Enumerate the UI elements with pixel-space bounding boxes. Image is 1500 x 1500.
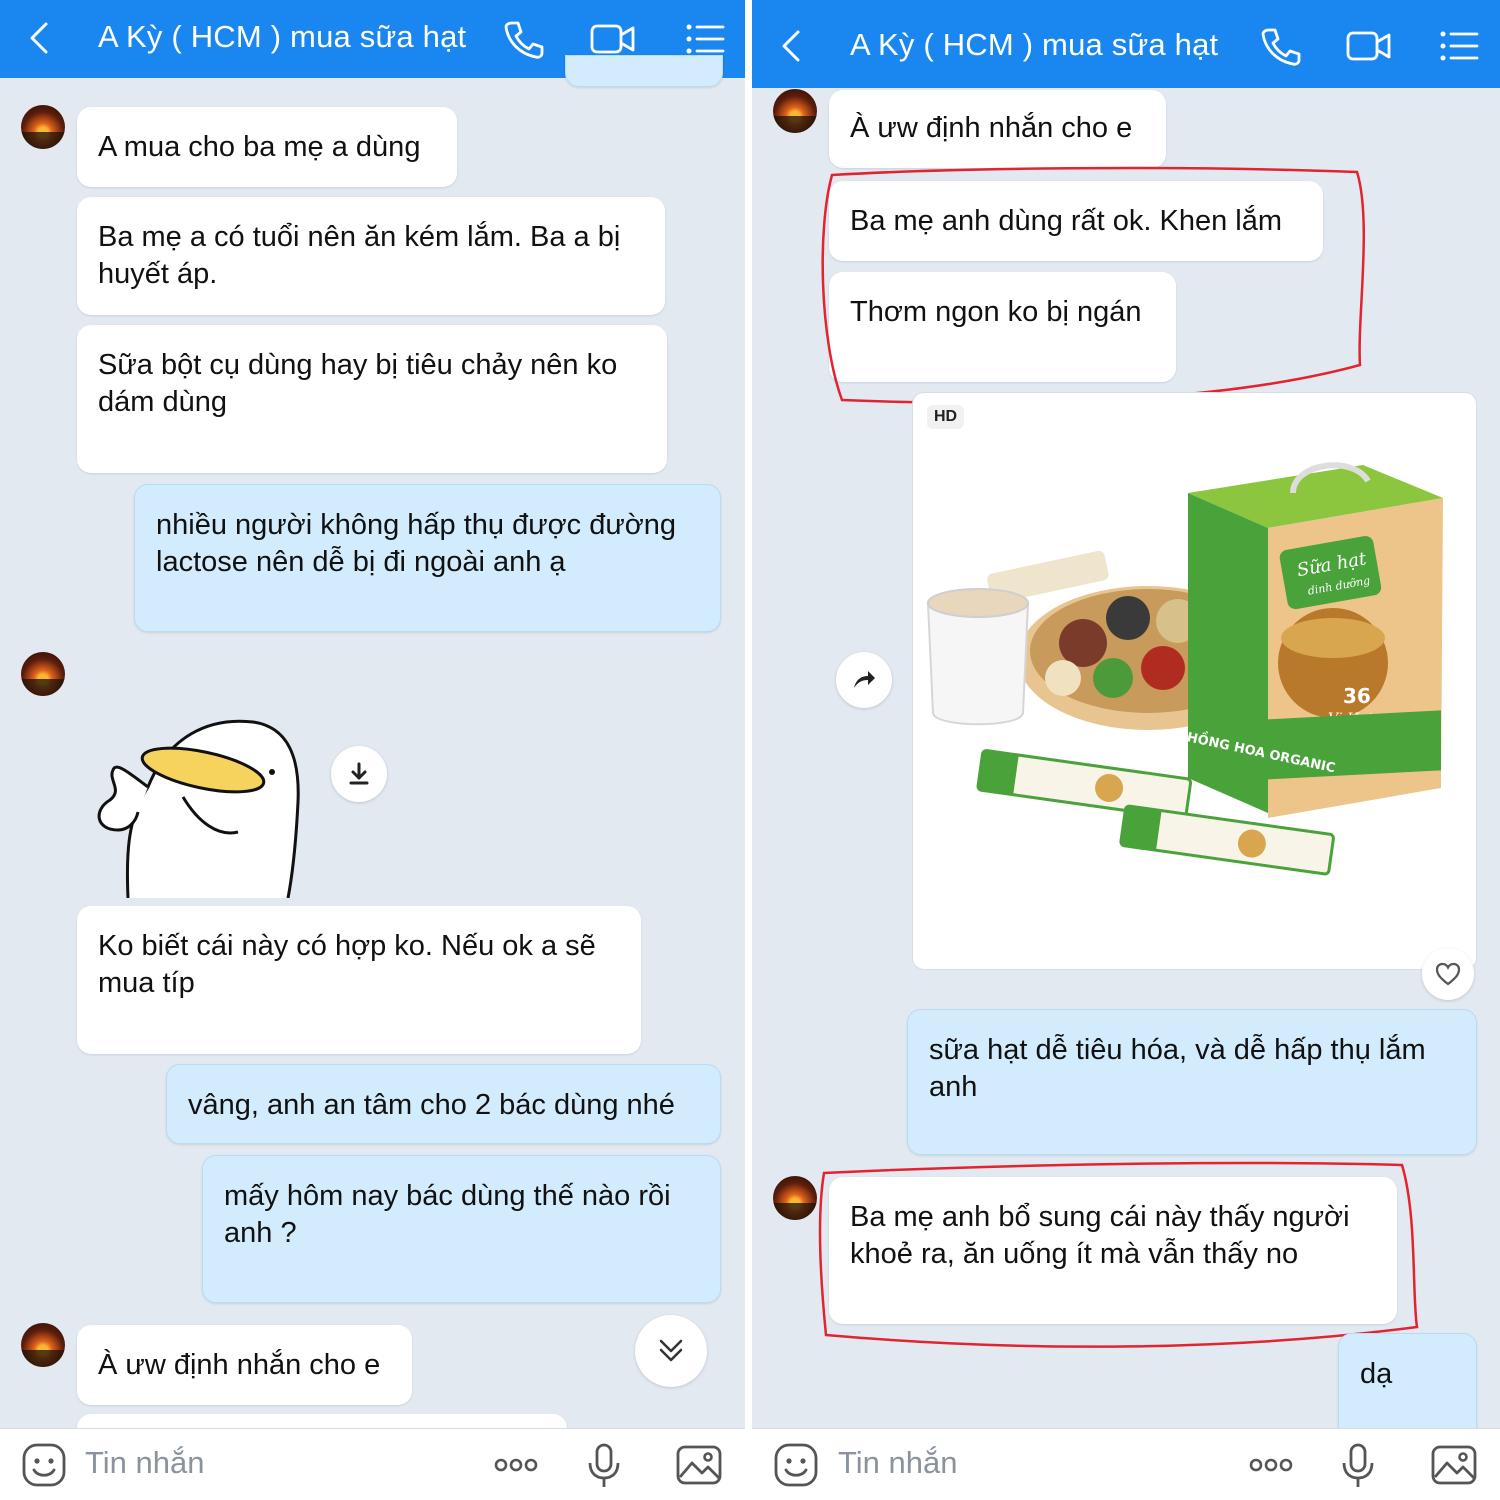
left-chat-screen: A Kỳ ( HCM ) mua sữa hạt A mua cho ba mẹ… [0,0,745,1500]
message-input[interactable]: Tin nhắn [85,1445,205,1481]
message-bubble[interactable]: dạ [1338,1333,1477,1443]
emoji-icon[interactable] [20,1441,68,1489]
phone-call-icon[interactable] [498,15,546,63]
message-bubble[interactable]: nhiều người không hấp thụ được đường lac… [134,484,721,632]
share-button[interactable] [836,652,892,708]
scroll-to-bottom-button[interactable] [635,1315,707,1387]
message-bubble[interactable]: Sữa bột cụ dùng hay bị tiêu chảy nên ko … [77,325,667,473]
more-icon[interactable] [1247,1441,1295,1489]
chat-title[interactable]: A Kỳ ( HCM ) mua sữa hạt [98,19,466,55]
message-bubble[interactable]: vâng, anh an tâm cho 2 bác dùng nhé [166,1064,721,1144]
chat-header: A Kỳ ( HCM ) mua sữa hạt [752,0,1500,88]
image-icon[interactable] [675,1441,723,1489]
heart-icon [1435,962,1461,986]
message-bubble[interactable]: Ba mẹ anh dùng rất ok. Khen lắm [829,181,1323,261]
product-count: 36 [1343,684,1371,708]
emoji-icon[interactable] [772,1441,820,1489]
message-bubble[interactable]: Ba mẹ a có tuổi nên ăn kém lắm. Ba a bị … [77,197,665,315]
message-bubble[interactable]: A mua cho ba mẹ a dùng [77,107,457,187]
download-button[interactable] [331,746,387,802]
message-bubble[interactable]: sữa hạt dễ tiêu hóa, và dễ hấp thụ lắm a… [907,1009,1477,1155]
message-bubble[interactable]: Ko biết cái này có hợp ko. Nếu ok a sẽ m… [77,906,641,1054]
contact-avatar[interactable] [21,1323,65,1367]
duck-sticker[interactable] [88,712,308,898]
previous-message-partial [565,55,723,87]
contact-avatar[interactable] [773,89,817,133]
contact-avatar[interactable] [21,652,65,696]
more-icon[interactable] [492,1441,540,1489]
message-bubble[interactable]: À ưw định nhắn cho e [77,1325,412,1405]
right-chat-screen: A Kỳ ( HCM ) mua sữa hạt À ưw định nhắn … [752,0,1500,1500]
back-arrow-icon[interactable] [20,18,60,58]
back-arrow-icon[interactable] [772,26,812,66]
message-bubble[interactable]: À ưw định nhắn cho e [829,90,1166,168]
download-icon [349,762,369,785]
chat-title[interactable]: A Kỳ ( HCM ) mua sữa hạt [850,27,1218,63]
message-input[interactable]: Tin nhắn [838,1445,958,1481]
message-composer: Tin nhắn [752,1428,1500,1500]
share-arrow-icon [854,671,875,688]
message-bubble[interactable]: mấy hôm nay bác dùng thế nào rồi anh ? [202,1155,721,1303]
microphone-icon[interactable] [580,1441,628,1489]
microphone-icon[interactable] [1334,1441,1382,1489]
react-like-button[interactable] [1422,948,1474,1000]
phone-call-icon[interactable] [1255,22,1303,70]
image-icon[interactable] [1430,1441,1478,1489]
contact-avatar[interactable] [773,1176,817,1220]
double-chevron-down-icon [659,1339,683,1362]
product-photo[interactable]: HD Sữa hạt dinh dưỡng 36 HỒNG HOA ORGANI… [912,392,1477,970]
contact-avatar[interactable] [21,105,65,149]
message-bubble[interactable]: Thơm ngon ko bị ngán [829,272,1176,382]
message-bubble[interactable]: Ba mẹ anh bổ sung cái này thấy người kho… [829,1177,1397,1324]
message-composer: Tin nhắn [0,1428,745,1500]
video-call-icon[interactable] [1344,22,1392,70]
product-image: Sữa hạt dinh dưỡng 36 Vị Hạt HỒNG HOA OR… [926,462,1443,876]
chat-options-icon[interactable] [1436,22,1484,70]
